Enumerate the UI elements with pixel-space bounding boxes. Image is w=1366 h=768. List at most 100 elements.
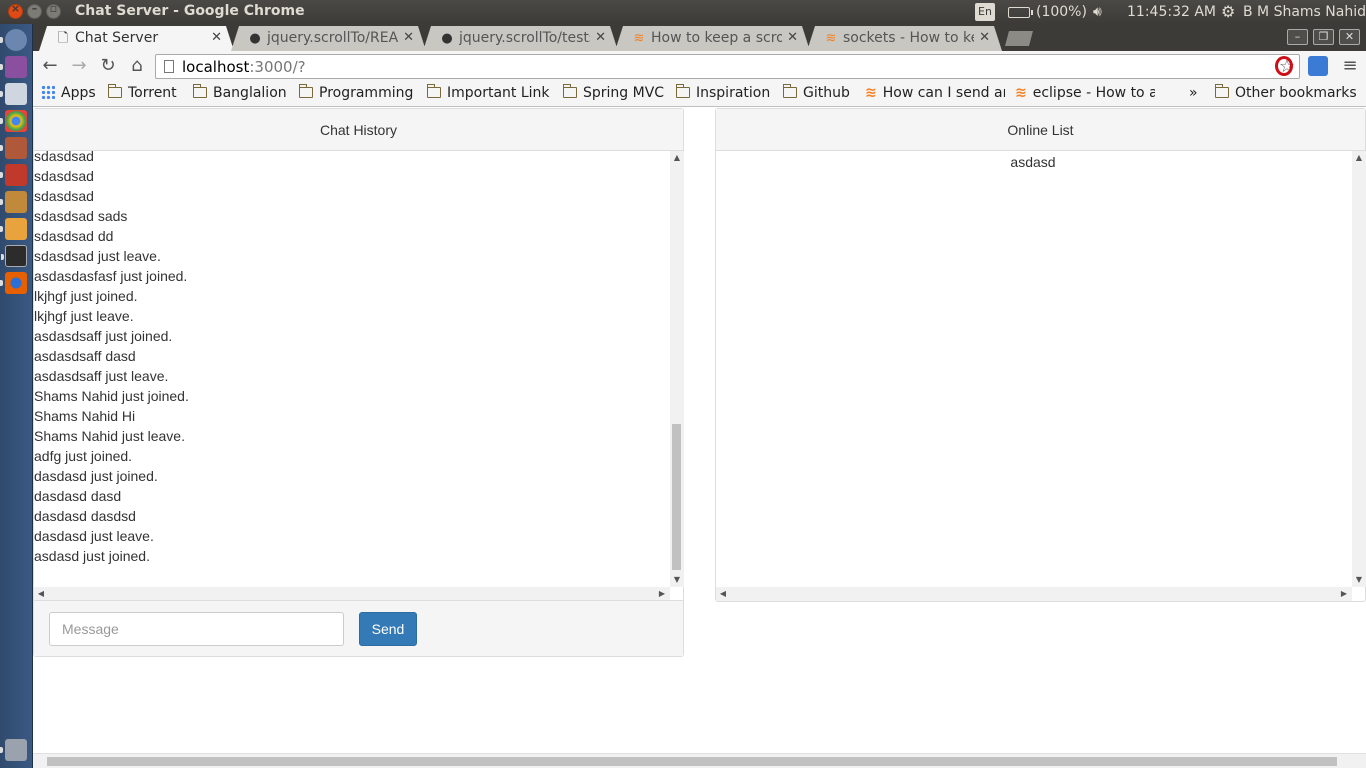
page-icon: 🗋︎ bbox=[57, 31, 69, 46]
tab-jquery-scrollto-readme[interactable]: ● jquery.scrollTo/README ✕ bbox=[231, 26, 426, 51]
page-scroll-thumb[interactable] bbox=[47, 757, 1337, 766]
window-close-button[interactable]: × bbox=[8, 2, 23, 19]
firefox-icon[interactable] bbox=[0, 272, 27, 294]
url-text: localhost:3000/? bbox=[182, 58, 306, 76]
tab-sockets[interactable]: ≋ sockets - How to keep ✕ bbox=[807, 26, 1002, 51]
new-tab-button[interactable] bbox=[1005, 31, 1033, 46]
window-maximize-button[interactable]: ▫ bbox=[46, 2, 61, 19]
unity-launcher bbox=[0, 24, 33, 768]
clock[interactable]: 11:45:32 AM bbox=[1127, 4, 1216, 20]
scroll-down-arrow-icon[interactable]: ▼ bbox=[670, 575, 684, 584]
restore-icon[interactable]: ❐ bbox=[1313, 29, 1334, 45]
extension-icon[interactable] bbox=[1308, 56, 1328, 76]
launcher-app-icon[interactable] bbox=[0, 164, 27, 186]
bookmark-folder-programming[interactable]: Programming bbox=[298, 84, 413, 101]
close-tab-icon[interactable]: ✕ bbox=[595, 30, 606, 45]
chat-message: dasdasd dasdsd bbox=[34, 508, 136, 524]
bookmark-folder-torrent[interactable]: Torrent bbox=[107, 84, 177, 101]
bookmarks-overflow-chevron[interactable]: » bbox=[1189, 85, 1198, 101]
chat-message: dasdasd just leave. bbox=[34, 528, 154, 544]
chat-message: dasdasd just joined. bbox=[34, 468, 158, 484]
scroll-left-arrow-icon[interactable]: ◀ bbox=[716, 589, 730, 598]
bookmarks-bar: Apps Torrent Banglalion Programming Impo… bbox=[33, 82, 1366, 107]
bookmark-folder-inspiration[interactable]: Inspiration bbox=[675, 84, 770, 101]
bookmark-folder-banglalion[interactable]: Banglalion bbox=[192, 84, 287, 101]
chat-history-panel: Chat History sdasdsad sdasdsad sdasdsad sda… bbox=[33, 108, 684, 657]
stackoverflow-icon: ≋ bbox=[865, 85, 877, 101]
opera-extension-icon[interactable] bbox=[1275, 56, 1293, 76]
battery-icon[interactable] bbox=[1008, 7, 1033, 18]
online-list-heading: Online List bbox=[716, 109, 1365, 151]
forward-arrow-icon[interactable]: → bbox=[68, 56, 90, 76]
launcher-app-icon[interactable] bbox=[0, 137, 27, 159]
keyboard-language-indicator[interactable]: En bbox=[975, 3, 995, 21]
scroll-up-arrow-icon[interactable]: ▲ bbox=[670, 153, 684, 162]
close-tab-icon[interactable]: ✕ bbox=[979, 30, 990, 45]
launcher-files-icon[interactable] bbox=[0, 83, 27, 105]
chat-horizontal-scrollbar[interactable]: ◀ ▶ bbox=[34, 587, 670, 601]
close-tab-icon[interactable]: ✕ bbox=[211, 30, 222, 45]
bookmark-folder-important-link[interactable]: Important Link bbox=[426, 84, 550, 101]
chat-message: asdasd just joined. bbox=[34, 548, 150, 564]
system-top-panel: × – ▫ Chat Server - Google Chrome En (10… bbox=[0, 0, 1366, 24]
tab-label: sockets - How to keep bbox=[843, 30, 974, 46]
chat-message: sdasdsad dd bbox=[34, 228, 114, 244]
tab-jquery-scrollto-tests[interactable]: ● jquery.scrollTo/tests ✕ bbox=[423, 26, 618, 51]
window-minimize-button[interactable]: – bbox=[27, 2, 42, 19]
chat-message: dasdasd dasd bbox=[34, 488, 122, 504]
scroll-down-arrow-icon[interactable]: ▼ bbox=[1352, 575, 1366, 584]
scroll-right-arrow-icon[interactable]: ▶ bbox=[655, 589, 669, 598]
chat-scroll-thumb[interactable] bbox=[672, 424, 681, 570]
bookmark-eclipse[interactable]: ≋ eclipse - How to a bbox=[1015, 85, 1155, 101]
scroll-up-arrow-icon[interactable]: ▲ bbox=[1352, 153, 1366, 162]
folder-icon bbox=[1214, 84, 1229, 98]
online-users-list[interactable]: asdasd bbox=[716, 151, 1352, 587]
settings-gear-icon[interactable]: ⚙ bbox=[1221, 2, 1235, 21]
tab-label: Chat Server bbox=[75, 30, 159, 46]
user-name[interactable]: B M Shams Nahid bbox=[1243, 4, 1366, 20]
vlc-icon[interactable] bbox=[0, 218, 27, 240]
bookmark-how-can-i-send[interactable]: ≋ How can I send an bbox=[865, 85, 1005, 101]
tab-label: How to keep a scroll bbox=[651, 30, 782, 46]
other-bookmarks-folder[interactable]: Other bookmarks bbox=[1214, 84, 1357, 101]
close-tab-icon[interactable]: ✕ bbox=[403, 30, 414, 45]
online-horizontal-scrollbar[interactable]: ◀ ▶ bbox=[716, 587, 1352, 601]
chrome-menu-icon[interactable]: ≡ bbox=[1339, 56, 1361, 76]
chat-message: sdasdsad bbox=[34, 168, 94, 184]
online-user: asdasd bbox=[1010, 154, 1056, 170]
terminal-icon[interactable] bbox=[1, 245, 27, 267]
page-horizontal-scrollbar[interactable] bbox=[33, 753, 1366, 768]
message-input[interactable] bbox=[49, 612, 344, 646]
stackoverflow-icon: ≋ bbox=[633, 31, 645, 46]
tab-how-to-keep-scroll[interactable]: ≋ How to keep a scroll ✕ bbox=[615, 26, 810, 51]
dash-home-icon[interactable] bbox=[0, 29, 27, 51]
bookmark-folder-github[interactable]: Github bbox=[782, 84, 850, 101]
home-icon[interactable]: ⌂ bbox=[126, 56, 148, 76]
scroll-left-arrow-icon[interactable]: ◀ bbox=[34, 589, 48, 598]
online-vertical-scrollbar[interactable]: ▲ ▼ bbox=[1352, 151, 1366, 587]
window-title: Chat Server - Google Chrome bbox=[75, 3, 305, 19]
chat-vertical-scrollbar[interactable]: ▲ ▼ bbox=[670, 151, 684, 587]
chrome-icon[interactable] bbox=[0, 110, 27, 132]
launcher-app-icon[interactable] bbox=[0, 56, 27, 78]
bookmark-apps[interactable]: Apps bbox=[41, 85, 96, 101]
page-info-icon[interactable] bbox=[164, 60, 174, 73]
bookmark-folder-spring-mvc[interactable]: Spring MVC bbox=[562, 84, 664, 101]
chat-history-list[interactable]: sdasdsad sdasdsad sdasdsad sdasdsad sads sda… bbox=[34, 151, 670, 587]
volume-icon[interactable]: 🔊︎ bbox=[1093, 4, 1102, 20]
close-tab-icon[interactable]: ✕ bbox=[787, 30, 798, 45]
send-button[interactable]: Send bbox=[359, 612, 417, 646]
launcher-app-icon[interactable] bbox=[0, 191, 27, 213]
chat-message: sdasdsad just leave. bbox=[34, 248, 161, 264]
tab-chat-server[interactable]: 🗋︎ Chat Server ✕ bbox=[39, 26, 234, 51]
chat-message: asdasdsaff dasd bbox=[34, 348, 136, 364]
folder-icon bbox=[298, 84, 313, 98]
close-window-icon[interactable]: ✕ bbox=[1339, 29, 1360, 45]
back-arrow-icon[interactable]: ← bbox=[39, 56, 61, 76]
reload-icon[interactable]: ↻ bbox=[97, 56, 119, 76]
trash-icon[interactable] bbox=[0, 739, 27, 761]
chat-message: Shams Nahid just joined. bbox=[34, 388, 189, 404]
minimize-icon[interactable]: – bbox=[1287, 29, 1308, 45]
address-bar[interactable]: localhost:3000/? ☆ bbox=[155, 54, 1300, 79]
scroll-right-arrow-icon[interactable]: ▶ bbox=[1337, 589, 1351, 598]
